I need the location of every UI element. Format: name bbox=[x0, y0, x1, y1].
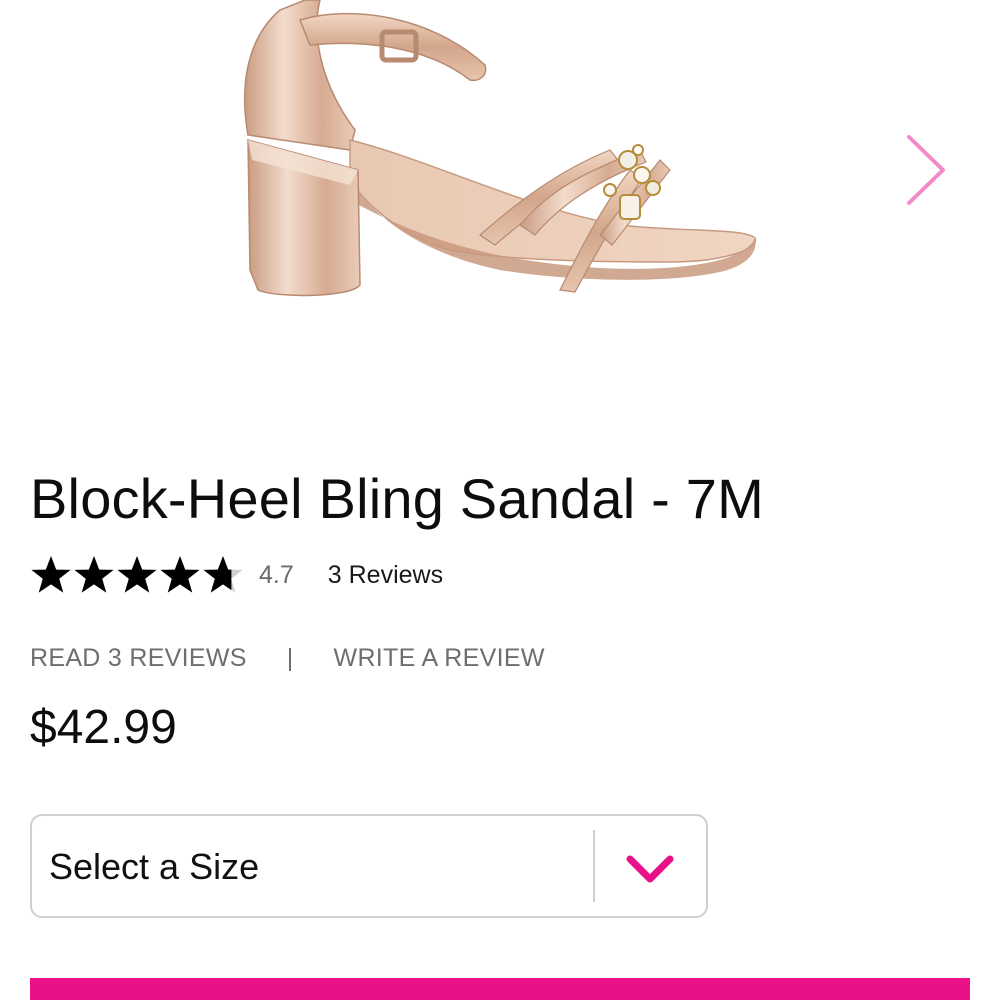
add-to-bag-button[interactable] bbox=[30, 978, 970, 1000]
chevron-down-icon[interactable] bbox=[625, 854, 675, 884]
product-image[interactable] bbox=[200, 0, 800, 310]
link-separator: | bbox=[286, 644, 294, 672]
rating-value: 4.7 bbox=[259, 560, 294, 589]
star-icon bbox=[117, 556, 157, 593]
star-icon bbox=[31, 556, 71, 593]
rating-summary[interactable]: 4.7 3 Reviews bbox=[30, 550, 443, 600]
write-review-link[interactable]: WRITE A REVIEW bbox=[334, 644, 545, 673]
review-count[interactable]: 3 Reviews bbox=[328, 561, 443, 590]
product-price: $42.99 bbox=[30, 701, 177, 754]
star-rating bbox=[30, 554, 245, 596]
read-reviews-link[interactable]: READ 3 REVIEWS bbox=[30, 644, 247, 673]
star-icon bbox=[74, 556, 114, 593]
size-dropdown[interactable]: Select a Size bbox=[30, 814, 708, 918]
product-title: Block-Heel Bling Sandal - 7M bbox=[30, 467, 764, 530]
star-icon bbox=[203, 556, 243, 593]
dropdown-divider bbox=[593, 830, 595, 902]
chevron-right-icon[interactable] bbox=[895, 125, 955, 215]
star-icon bbox=[160, 556, 200, 593]
size-dropdown-label: Select a Size bbox=[49, 846, 260, 887]
review-links: READ 3 REVIEWS | WRITE A REVIEW bbox=[30, 644, 545, 673]
product-page: Block-Heel Bling Sandal - 7M 4.7 3 Revie… bbox=[0, 0, 1000, 1000]
product-image-gallery bbox=[0, 0, 1000, 330]
